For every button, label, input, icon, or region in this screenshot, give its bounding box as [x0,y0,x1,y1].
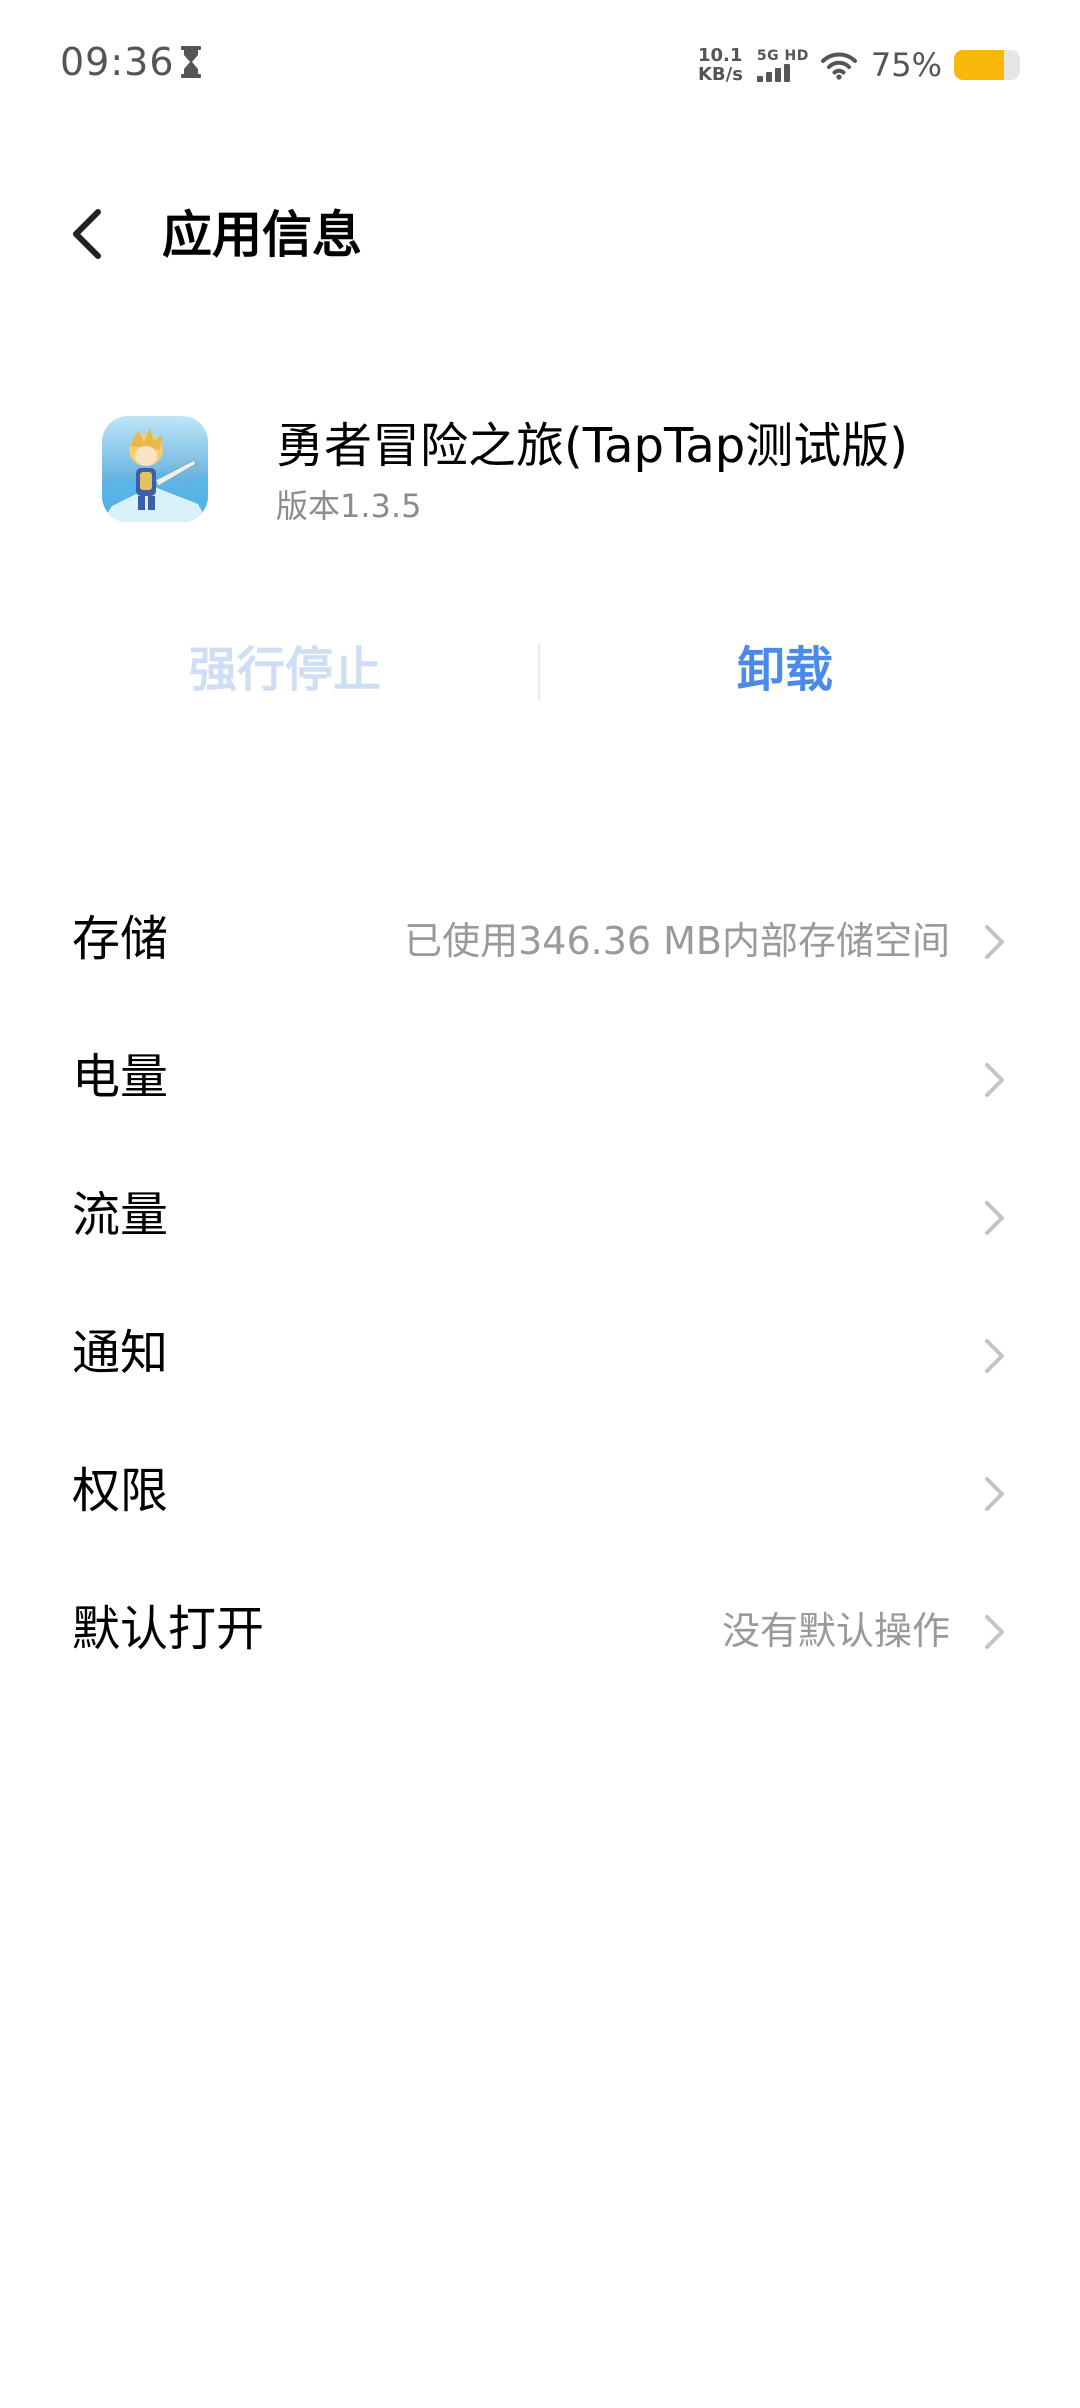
status-indicators: 10.1 KB/s 5G HD 75% [698,40,1020,90]
chevron-left-icon [73,209,101,259]
chevron-right-icon [985,1339,1004,1373]
settings-item-label: 流量 [72,1187,169,1243]
settings-item-data-usage[interactable]: 流量 [0,1146,1080,1284]
settings-item-label: 权限 [72,1463,169,1519]
app-info: 勇者冒险之旅(TapTap测试版) 版本1.3.5 [0,400,1080,540]
app-name: 勇者冒险之旅(TapTap测试版) [276,418,908,474]
battery-level-fill [954,50,1004,80]
hourglass-icon [181,46,201,78]
battery-percent: 75% [870,46,942,84]
settings-item-label: 存储 [72,911,169,967]
chevron-right-icon [985,1477,1004,1511]
settings-list: 存储 已使用346.36 MB内部存储空间 电量 流量 通知 权限 默认打开 没… [0,870,1080,1698]
settings-item-permissions[interactable]: 权限 [0,1422,1080,1560]
settings-item-label: 默认打开 [72,1601,265,1657]
net-speed-unit: KB/s [697,64,743,85]
chevron-right-icon [985,1615,1004,1649]
status-bar: 09:36 10.1 KB/s 5G HD 75% [0,0,1080,130]
net-speed: 10.1 KB/s [698,46,743,84]
back-button[interactable] [60,204,120,264]
chevron-right-icon [985,1063,1004,1097]
settings-item-notifications[interactable]: 通知 [0,1284,1080,1422]
wifi-icon [820,52,857,80]
settings-item-value: 没有默认操作 [721,1609,950,1653]
settings-item-storage[interactable]: 存储 已使用346.36 MB内部存储空间 [0,870,1080,1008]
uninstall-button[interactable]: 卸载 [540,630,1030,710]
network-type: 5G HD [756,48,809,64]
force-stop-button[interactable]: 强行停止 [40,630,530,710]
chevron-right-icon [985,1201,1004,1235]
status-time: 09:36 [60,40,175,84]
app-icon [102,416,208,522]
app-version: 版本1.3.5 [276,487,422,525]
settings-item-label: 通知 [72,1325,169,1381]
app-bar: 应用信息 [0,180,1080,290]
cellular-status: 5G HD [756,48,809,82]
settings-item-battery[interactable]: 电量 [0,1008,1080,1146]
settings-item-value: 已使用346.36 MB内部存储空间 [404,919,950,963]
signal-icon [756,64,790,82]
chevron-right-icon [985,925,1004,959]
app-actions: 强行停止 卸载 [0,630,1080,710]
net-speed-value: 10.1 [697,45,743,66]
settings-item-label: 电量 [72,1049,169,1105]
page-title: 应用信息 [162,206,362,264]
battery-icon [954,50,1020,80]
settings-item-open-by-default[interactable]: 默认打开 没有默认操作 [0,1560,1080,1698]
